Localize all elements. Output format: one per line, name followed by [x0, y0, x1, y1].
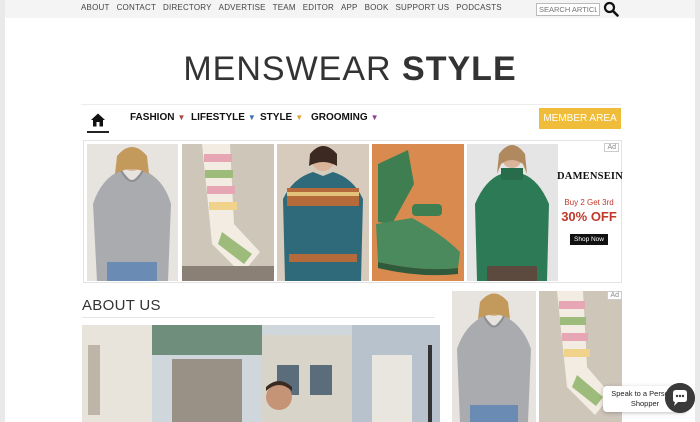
logo-text-bold: STYLE — [402, 50, 517, 88]
ad-brand: DAMENSEIN — [557, 171, 623, 182]
chat-icon[interactable] — [665, 383, 695, 413]
nav-item-lifestyle[interactable]: LIFESTYLE ▼ — [191, 112, 256, 123]
top-link-podcasts[interactable]: PODCASTS — [456, 3, 502, 12]
ad-product-image-socks[interactable] — [182, 144, 274, 281]
top-link-team[interactable]: TEAM — [273, 3, 296, 12]
side-ad-image-sweater[interactable] — [452, 291, 536, 422]
nav-label: STYLE — [260, 112, 293, 123]
search-input[interactable] — [536, 3, 600, 16]
top-link-directory[interactable]: DIRECTORY — [163, 3, 212, 12]
ad-banner[interactable]: DAMENSEIN Buy 2 Get 3rd 30% OFF Shop Now… — [83, 140, 623, 283]
ad-product-image-knit-sweater[interactable] — [277, 144, 369, 281]
nav-label: GROOMING — [311, 112, 368, 123]
ad-product-image-turtleneck[interactable] — [467, 144, 558, 281]
nav-label: FASHION — [130, 112, 175, 123]
top-utility-bar: ABOUT CONTACT DIRECTORY ADVERTISE TEAM E… — [5, 0, 695, 18]
ad-product-image-sweater[interactable] — [87, 144, 178, 281]
top-link-support-us[interactable]: SUPPORT US — [396, 3, 450, 12]
member-area-button[interactable]: MEMBER AREA — [539, 108, 621, 129]
site-logo[interactable]: MENSWEAR STYLE — [5, 50, 695, 89]
page: ABOUT CONTACT DIRECTORY ADVERTISE TEAM E… — [5, 0, 695, 422]
nav-item-grooming[interactable]: GROOMING ▼ — [311, 112, 379, 123]
nav-item-style[interactable]: STYLE ▼ — [260, 112, 303, 123]
side-ad-badge[interactable]: Ad — [607, 291, 622, 300]
ad-shop-now-button[interactable]: Shop Now — [570, 234, 608, 245]
chevron-down-icon: ▼ — [295, 113, 304, 122]
ad-promo-line2: 30% OFF — [561, 209, 617, 224]
ad-badge[interactable]: Ad — [604, 143, 619, 152]
about-heading: ABOUT US — [82, 297, 161, 314]
search-icon[interactable] — [603, 1, 619, 17]
about-photo — [82, 325, 440, 422]
chevron-down-icon: ▼ — [247, 113, 256, 122]
ad-promo-panel[interactable]: DAMENSEIN Buy 2 Get 3rd 30% OFF Shop Now — [557, 144, 623, 281]
home-active-indicator — [87, 131, 109, 133]
divider — [82, 317, 435, 318]
main-nav: FASHION ▼ LIFESTYLE ▼ STYLE ▼ GROOMING ▼ MEM… — [81, 104, 621, 133]
ad-product-image-shoes[interactable] — [372, 144, 464, 281]
top-link-about[interactable]: ABOUT — [81, 3, 110, 12]
top-link-editor[interactable]: EDITOR — [303, 3, 334, 12]
nav-label: LIFESTYLE — [191, 112, 245, 123]
logo-text-light: MENSWEAR — [183, 50, 403, 88]
nav-item-fashion[interactable]: FASHION ▼ — [130, 112, 185, 123]
chevron-down-icon: ▼ — [370, 113, 379, 122]
chevron-down-icon: ▼ — [177, 113, 186, 122]
side-ad[interactable]: Ad — [452, 289, 622, 422]
top-link-book[interactable]: BOOK — [365, 3, 389, 12]
home-icon[interactable] — [89, 111, 107, 129]
top-links: ABOUT CONTACT DIRECTORY ADVERTISE TEAM E… — [81, 3, 502, 12]
ad-promo-line1: Buy 2 Get 3rd — [564, 198, 614, 207]
top-link-advertise[interactable]: ADVERTISE — [219, 3, 266, 12]
top-link-app[interactable]: APP — [341, 3, 358, 12]
top-link-contact[interactable]: CONTACT — [117, 3, 156, 12]
